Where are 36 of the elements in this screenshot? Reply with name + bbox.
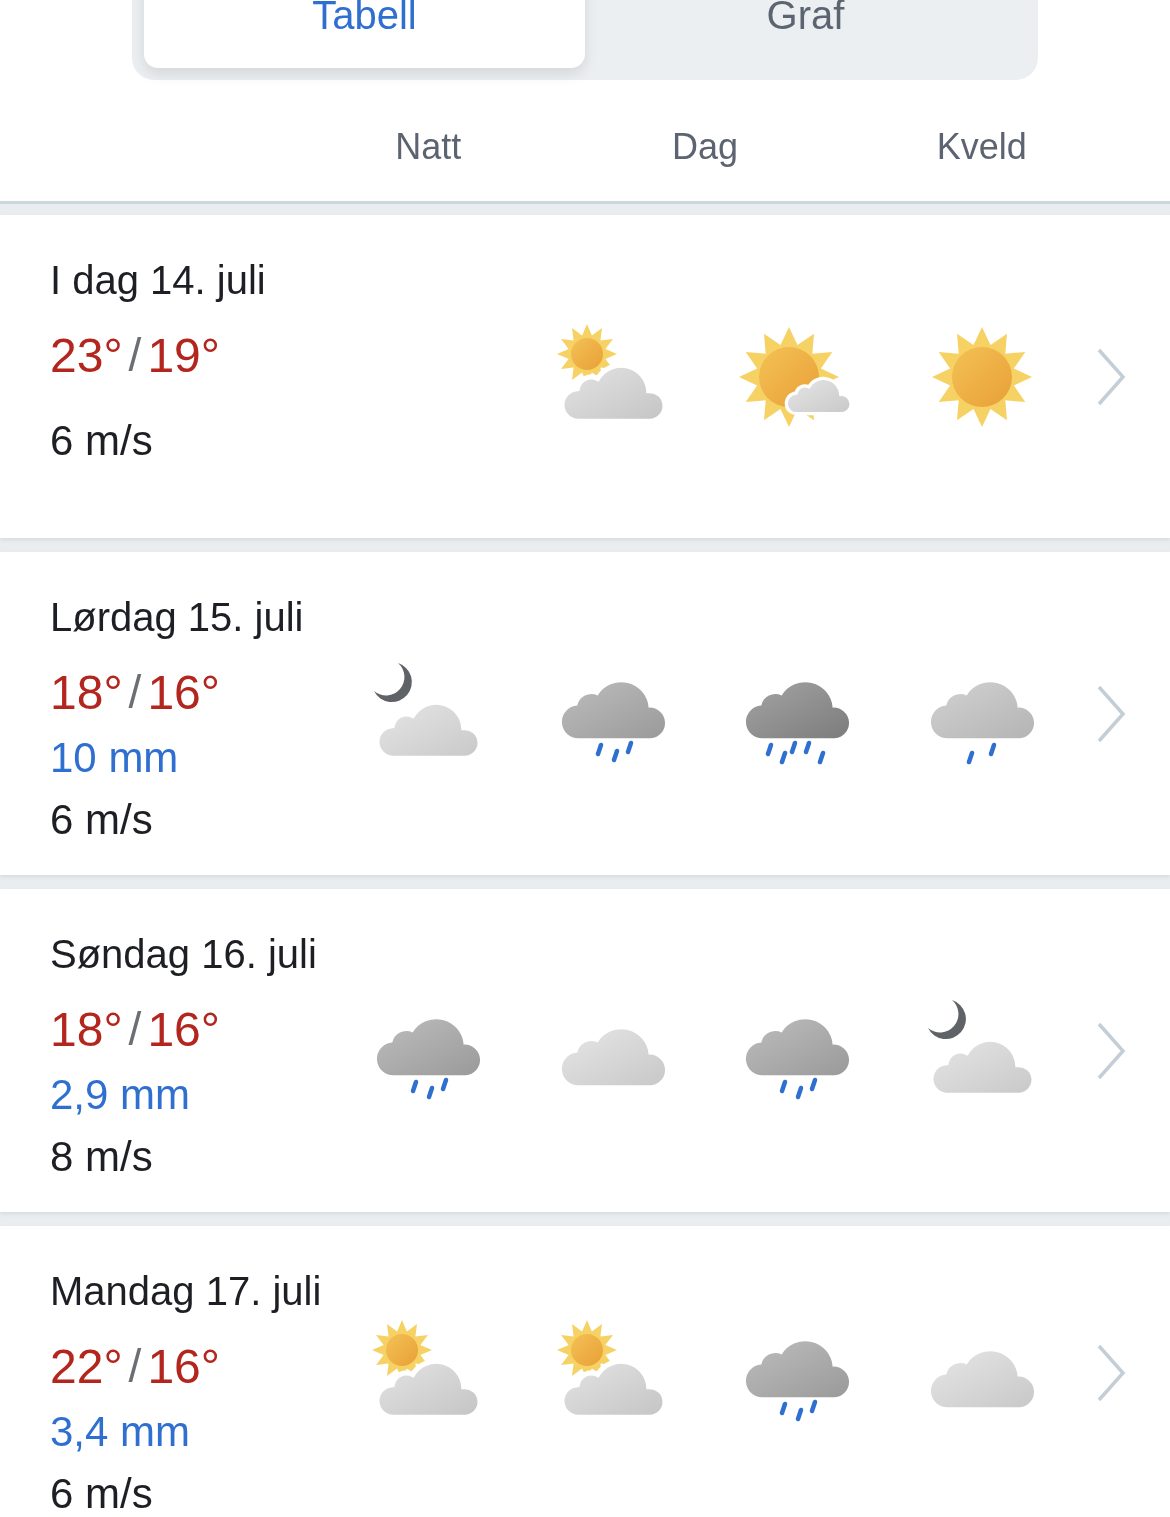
high-temperature: 23° — [50, 327, 123, 383]
high-temperature: 18° — [50, 1001, 123, 1057]
precipitation: 2,9 mm — [50, 1074, 191, 1116]
chevron-icon — [1096, 1343, 1126, 1402]
day-title: Søndag 16. juli — [50, 931, 317, 978]
separator: / — [128, 328, 142, 382]
day-title: Mandag 17. juli — [50, 1268, 322, 1315]
day-card[interactable]: Mandag 17. juli 22°/16° 3,4 mm 6 m/s — [0, 1226, 1170, 1517]
column-header: Natt — [395, 124, 462, 168]
high-temperature: 22° — [50, 1338, 123, 1394]
low-temperature: 16° — [147, 664, 220, 720]
separator: / — [128, 1002, 142, 1056]
chevron-icon — [1096, 1021, 1126, 1080]
wind-speed: 6 m/s — [50, 1469, 153, 1517]
separator: / — [128, 1339, 142, 1393]
wind-speed: 6 m/s — [50, 416, 153, 466]
precipitation: 3,4 mm — [50, 1411, 191, 1453]
low-temperature: 19° — [147, 327, 220, 383]
precipitation: 10 mm — [50, 737, 179, 779]
column-header: Dag — [671, 124, 738, 168]
wind-speed: 8 m/s — [50, 1132, 153, 1182]
low-temperature: 16° — [147, 1001, 220, 1057]
wind-speed: 6 m/s — [50, 795, 153, 845]
high-temperature: 18° — [50, 664, 123, 720]
column-header: Kveld — [936, 124, 1027, 168]
day-title: Lørdag 15. juli — [50, 594, 304, 641]
day-card[interactable]: I dag 14. juli 23°/19° 6 m/s — [0, 215, 1170, 538]
low-temperature: 16° — [147, 1338, 220, 1394]
tab[interactable]: Graf — [585, 0, 1026, 68]
day-card[interactable]: Søndag 16. juli 18°/16° 2,9 mm 8 m/s — [0, 889, 1170, 1212]
chevron-icon — [1096, 684, 1126, 743]
day-title: I dag 14. juli — [50, 257, 266, 304]
day-card[interactable]: Lørdag 15. juli 18°/16° 10 mm 6 m/s — [0, 552, 1170, 875]
chevron-icon — [1096, 347, 1126, 406]
separator: / — [128, 665, 142, 719]
tab[interactable]: Tabell — [144, 0, 585, 68]
